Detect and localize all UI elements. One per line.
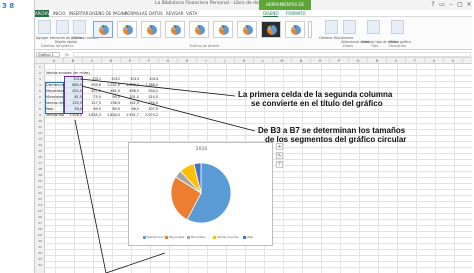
fx-icon[interactable]: fx [65, 52, 69, 57]
legend-swatch [243, 235, 246, 239]
row-header[interactable]: 34 [35, 262, 45, 268]
chart-style-2[interactable] [117, 21, 137, 38]
legend-label: Mayoristas [169, 235, 185, 239]
title-bar: La Biblioteca Financiera Personal - Libr… [35, 0, 472, 17]
chart-style-5[interactable] [189, 21, 209, 38]
chart-legend[interactable]: Distribución Mayoristas Minoristas Ventas d… [133, 235, 270, 241]
pie-thumbnail-icon [267, 25, 277, 35]
type-group-label: Tipo [371, 44, 379, 48]
annotation-first-line-2: se convierte en el título del gráfico [251, 99, 383, 108]
switch-row-column-button[interactable] [325, 20, 338, 34]
formula-input[interactable] [73, 52, 471, 57]
data-cell[interactable]: 2.074,2 [140, 112, 159, 118]
tab-insert[interactable]: INSERTAR [69, 10, 88, 17]
annotation-second-line-1: De B3 a B7 se determinan los tamaños [258, 126, 406, 135]
legend-item[interactable]: Mayoristas [165, 235, 184, 240]
legend-item[interactable]: Distribución [143, 235, 164, 240]
quick-layout-button[interactable] [56, 20, 69, 34]
legend-swatch [143, 235, 146, 239]
minimize-button[interactable]: – [447, 1, 455, 8]
maximize-button[interactable]: ▢ [456, 1, 464, 8]
tab-page-layout[interactable]: DISEÑO DE PÁGINA [89, 10, 127, 17]
chart-layouts-group-label: Diseños de gráfico [41, 44, 74, 48]
tab-chart-format[interactable]: FORMATO [286, 10, 306, 17]
page-number: 3 8 [2, 2, 15, 10]
chart-style-8[interactable] [261, 21, 281, 38]
pie-thumbnail-icon [219, 25, 229, 35]
move-chart-button[interactable] [391, 20, 404, 34]
pie-chart[interactable]: 2010 Distribución Mayoristas Minoristas Ven… [128, 142, 273, 246]
close-button[interactable]: × [465, 1, 472, 8]
chart-style-7[interactable] [237, 21, 257, 38]
legend-label: Web [247, 235, 254, 239]
pie-thumbnail-icon [147, 25, 157, 35]
pie-chart-plot [170, 162, 232, 224]
tab-view[interactable]: VISTA [186, 10, 197, 17]
legend-label: Ventas directas [217, 235, 239, 239]
pie-thumbnail-icon [291, 25, 301, 35]
tab-home[interactable]: INICIO [53, 10, 65, 17]
ribbon: Agregar elemento de gráfico Diseño rápid… [35, 17, 472, 50]
chart-styles-group-label: Estilos de diseño [190, 44, 220, 48]
book-page-margin: 3 8 [0, 0, 34, 273]
data-cell[interactable]: 1.528,0 [64, 112, 83, 118]
tab-file[interactable]: ARCHIVO [35, 10, 53, 17]
pie-thumbnail-icon [195, 25, 205, 35]
add-chart-element-button[interactable] [38, 20, 51, 34]
tab-data[interactable]: DATOS [149, 10, 163, 17]
row-headers: 1 2 3 4 5 6 7 8 9 10 11 12 13 14 15 16 17 18 19 20 21 22 23 24 2… [35, 64, 45, 273]
legend-item[interactable]: Minoristas [187, 235, 205, 240]
data-cell[interactable]: 1.635,3 [83, 112, 102, 118]
context-tab-label: HERRAMIENTAS DE GRÁFICOS [259, 0, 311, 17]
annotation-second-line-2: de los segmentos del gráfico circular [265, 135, 407, 144]
tab-formulas[interactable]: FÓRMULAS [125, 10, 147, 17]
chart-style-9[interactable] [285, 21, 305, 38]
ribbon-tabs: ARCHIVO INICIO INSERTAR DISEÑO DE PÁGINA… [35, 10, 472, 17]
legend-label: Minoristas [191, 235, 206, 239]
name-box[interactable]: Gráfico 1 [36, 52, 60, 57]
data-cell[interactable]: 1.931,7 [121, 112, 140, 118]
legend-label: Distribución [147, 235, 164, 239]
change-colors-button[interactable] [73, 20, 86, 34]
pie-thumbnail-icon [123, 25, 133, 35]
annotation-first-line-1: La primera celda de la segunda columna [238, 90, 393, 99]
help-icon[interactable]: ? [429, 1, 437, 8]
chart-style-1[interactable] [93, 21, 113, 38]
ribbon-display-icon[interactable]: ▭ [438, 1, 446, 8]
data-cell[interactable]: 1.804,5 [102, 112, 121, 118]
chart-style-6[interactable] [213, 21, 233, 38]
change-chart-type-button[interactable] [367, 20, 380, 34]
legend-item[interactable]: Web [243, 235, 253, 240]
chart-filters-button[interactable]: ⊤ [276, 161, 283, 168]
formula-bar: Gráfico 1 fx [35, 51, 472, 58]
location-group-label: Ubicación [389, 44, 407, 48]
chart-style-3[interactable] [141, 21, 161, 38]
legend-swatch [213, 235, 216, 239]
gallery-scroll[interactable] [308, 21, 312, 38]
pie-thumbnail-icon [99, 25, 109, 35]
tab-chart-design[interactable]: DISEÑO [263, 10, 279, 17]
tab-review[interactable]: REVISAR [166, 10, 183, 17]
row-label-cell[interactable]: Ventas totales [46, 112, 64, 118]
chart-styles-button[interactable]: ✎ [276, 152, 283, 159]
legend-swatch [187, 235, 190, 239]
legend-item[interactable]: Ventas directas [213, 235, 239, 240]
data-group-label: Datos [343, 44, 354, 48]
pie-thumbnail-icon [171, 25, 181, 35]
pie-thumbnail-icon [243, 25, 253, 35]
chart-elements-button[interactable]: + [276, 143, 283, 150]
legend-swatch [165, 235, 168, 239]
select-data-button[interactable] [343, 20, 356, 34]
chart-style-4[interactable] [165, 21, 185, 38]
